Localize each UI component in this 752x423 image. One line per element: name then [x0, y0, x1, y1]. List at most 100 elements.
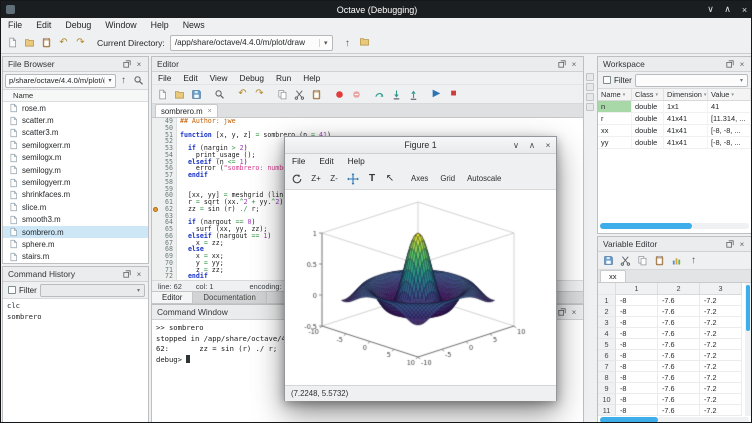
editor-menu-file[interactable]: File [152, 73, 177, 83]
workspace-table-header[interactable]: Name▾Class▾Dimension▾Value▾ [598, 89, 751, 101]
redo-icon[interactable]: ↷ [251, 86, 268, 103]
grid-row-header[interactable]: 8 [598, 372, 616, 383]
file-row[interactable]: semilogyerr.m [3, 176, 148, 188]
menu-window[interactable]: Window [98, 20, 143, 30]
grid-column-header[interactable]: 2 [658, 283, 700, 295]
minimize-icon[interactable]: ∨ [702, 1, 719, 18]
editor-menu-help[interactable]: Help [297, 73, 326, 83]
figure-titlebar[interactable]: Figure 1 ∨∧× [285, 137, 556, 154]
new-script-icon[interactable] [154, 86, 171, 103]
undock-icon[interactable] [724, 58, 736, 70]
autoscale-button[interactable]: Autoscale [462, 171, 506, 187]
file-row[interactable]: smooth3.m [3, 214, 148, 226]
copy-icon[interactable] [274, 86, 291, 103]
figure-window[interactable]: Figure 1 ∨∧× FileEditHelp Z+Z-T↖AxesGrid… [284, 136, 557, 401]
axes-button[interactable]: Axes [406, 171, 433, 187]
grid-cell[interactable]: -7.6 [658, 405, 700, 416]
plot-icon[interactable] [668, 252, 685, 269]
file-row[interactable]: scatter3.m [3, 127, 148, 139]
up-level-icon[interactable]: ↑ [685, 252, 702, 269]
history-filter-combo[interactable]: ▾ [40, 284, 145, 297]
grid-cell[interactable]: -8 [616, 394, 658, 405]
maximize-icon[interactable]: ∧ [524, 137, 540, 153]
grid-row-header[interactable]: 2 [598, 306, 616, 317]
grid-row-header[interactable]: 11 [598, 405, 616, 416]
grid-row-header[interactable]: 3 [598, 317, 616, 328]
breakpoint-margin[interactable] [152, 179, 160, 186]
variable-grid[interactable]: 1231-8-7.6-7.22-8-7.6-7.23-8-7.6-7.24-8-… [598, 283, 751, 416]
grid-cell[interactable]: -7.2 [700, 405, 742, 416]
grid-row-header[interactable]: 7 [598, 361, 616, 372]
undock-icon[interactable] [121, 268, 133, 280]
history-item[interactable]: sombrero [3, 311, 148, 322]
tab-documentation[interactable]: Documentation [193, 292, 266, 303]
remove-breakpoints-icon[interactable] [348, 86, 365, 103]
grid-cell[interactable]: -7.6 [658, 350, 700, 361]
grid-row-header[interactable]: 1 [598, 295, 616, 306]
paste-icon[interactable] [651, 252, 668, 269]
grid-cell[interactable]: -8 [616, 339, 658, 350]
search-icon[interactable] [131, 73, 146, 88]
close-icon[interactable]: × [133, 58, 145, 70]
grid-cell[interactable]: -7.2 [700, 372, 742, 383]
breakpoint-margin[interactable] [152, 138, 160, 145]
grid-cell[interactable]: -7.2 [700, 317, 742, 328]
up-directory-icon[interactable]: ↑ [116, 73, 131, 88]
grid-cell[interactable]: -7.6 [658, 372, 700, 383]
workspace-row[interactable]: rdouble41x41[11.314, ... [598, 113, 751, 125]
dock-strip-button[interactable] [586, 83, 594, 91]
grid-cell[interactable]: -8 [616, 383, 658, 394]
new-script-icon[interactable] [4, 34, 21, 51]
figure-menu-help[interactable]: Help [341, 156, 372, 166]
paste-icon[interactable] [38, 34, 55, 51]
close-icon[interactable]: × [736, 58, 748, 70]
grid-cell[interactable]: -7.6 [658, 361, 700, 372]
column-header-value[interactable]: Value▾ [708, 89, 751, 100]
filter-checkbox[interactable] [603, 76, 611, 84]
horizontal-scrollbar[interactable] [600, 223, 749, 229]
maximize-icon[interactable]: ∧ [719, 1, 736, 18]
paste-icon[interactable] [308, 86, 325, 103]
close-icon[interactable]: × [568, 306, 580, 318]
grid-cell[interactable]: -8 [616, 361, 658, 372]
current-directory-combo[interactable]: /app/share/octave/4.4.0/m/plot/draw ▾ [170, 35, 333, 51]
undock-icon[interactable] [724, 238, 736, 250]
grid-cell[interactable]: -8 [616, 350, 658, 361]
file-browser-path-combo[interactable]: p/share/octave/4.4.0/m/plot/draw ▾ [5, 74, 116, 88]
file-row[interactable]: semilogy.m [3, 164, 148, 176]
chevron-down-icon[interactable]: ▾ [319, 39, 332, 47]
redo-icon[interactable]: ↷ [72, 34, 89, 51]
rotate-icon[interactable] [288, 171, 306, 187]
tab-variable-xx[interactable]: xx [600, 270, 626, 282]
breakpoint-margin[interactable] [152, 199, 160, 206]
breakpoint-margin[interactable] [152, 273, 160, 280]
file-row[interactable]: semilogxerr.m [3, 139, 148, 151]
horizontal-scrollbar[interactable] [600, 417, 749, 423]
undock-icon[interactable] [556, 58, 568, 70]
breakpoint-margin[interactable] [152, 253, 160, 260]
close-icon[interactable]: × [736, 1, 752, 18]
grid-cell[interactable]: -7.2 [700, 306, 742, 317]
close-icon[interactable]: × [208, 108, 212, 115]
breakpoint-margin[interactable] [152, 118, 160, 125]
quit-debug-icon[interactable]: ■ [445, 86, 462, 103]
grid-row-header[interactable]: 5 [598, 339, 616, 350]
cut-icon[interactable] [291, 86, 308, 103]
breakpoint-margin[interactable] [152, 233, 160, 240]
open-file-icon[interactable] [356, 33, 373, 50]
grid-cell[interactable]: -7.2 [700, 383, 742, 394]
grid-column-header[interactable]: 3 [700, 283, 742, 295]
workspace-filter-combo[interactable]: ▾ [635, 74, 748, 87]
breakpoint-margin[interactable] [152, 172, 160, 179]
continue-icon[interactable]: ▶ [428, 86, 445, 103]
breakpoint-margin[interactable] [152, 145, 160, 152]
menu-debug[interactable]: Debug [58, 20, 98, 30]
breakpoint-margin[interactable] [152, 186, 160, 193]
grid-cell[interactable]: -8 [616, 405, 658, 416]
grid-column-header[interactable]: 1 [616, 283, 658, 295]
grid-cell[interactable]: -8 [616, 317, 658, 328]
grid-cell[interactable]: -7.6 [658, 383, 700, 394]
grid-cell[interactable]: -8 [616, 328, 658, 339]
grid-cell[interactable]: -8 [616, 306, 658, 317]
undock-icon[interactable] [556, 306, 568, 318]
